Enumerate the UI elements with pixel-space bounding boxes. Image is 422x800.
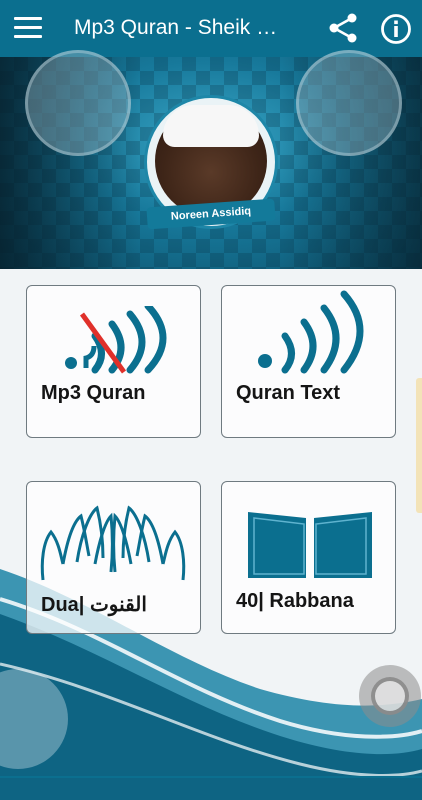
tile-rabbana[interactable]: 40| Rabbana: [221, 481, 396, 634]
tile-label: 40| Rabbana: [236, 590, 354, 612]
floating-action-button[interactable]: [359, 665, 421, 727]
quran-calligraphy-seal-left: [25, 50, 131, 156]
info-icon[interactable]: [380, 13, 412, 45]
tile-label: Mp3 Quran: [41, 382, 146, 404]
fab-circle-icon: [371, 677, 409, 715]
praying-hands-icon: [40, 505, 186, 581]
open-book-icon: [248, 512, 372, 578]
tile-label: Dua| القنوت: [41, 594, 147, 616]
side-scroll-tab[interactable]: [416, 378, 422, 513]
avatar-turban: [163, 105, 259, 147]
bottom-divider: [0, 776, 422, 778]
broadcast-icon: [258, 290, 364, 374]
broadcast-crossed-icon: [65, 306, 167, 374]
tile-label: Quran Text: [236, 382, 341, 404]
app-title: Mp3 Quran - Sheik …: [74, 16, 278, 39]
quran-calligraphy-seal-right: [296, 50, 402, 156]
tile-dua[interactable]: Dua| القنوت: [26, 481, 201, 634]
tile-mp3-quran[interactable]: Mp3 Quran: [26, 285, 201, 438]
share-icon[interactable]: [327, 12, 359, 44]
hamburger-menu-icon[interactable]: [14, 17, 42, 39]
app-bar: Mp3 Quran - Sheik …: [0, 0, 422, 57]
tile-quran-text[interactable]: Quran Text: [221, 285, 396, 438]
